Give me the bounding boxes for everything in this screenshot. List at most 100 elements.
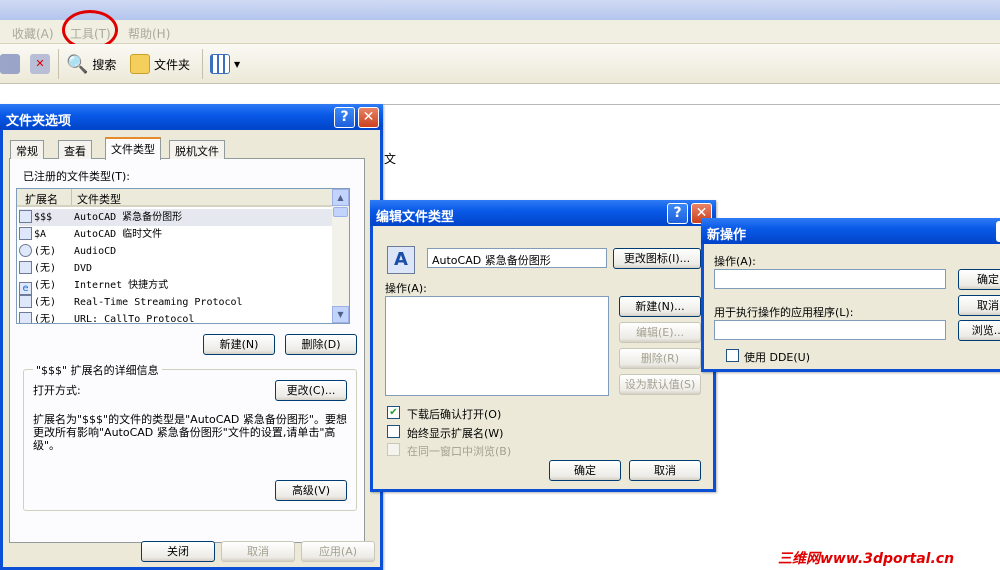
- type-name-field[interactable]: AutoCAD 紧急备份图形: [427, 248, 607, 268]
- cancel-button[interactable]: 取消: [629, 460, 701, 481]
- autocad-file-icon: A: [387, 246, 415, 274]
- copy-to-icon[interactable]: [0, 54, 20, 74]
- delete-icon[interactable]: ✕: [30, 54, 50, 74]
- row-type: AutoCAD 临时文件: [74, 229, 163, 240]
- use-dde-label: 使用 DDE(U): [744, 351, 811, 364]
- row-ext: $$$: [34, 212, 53, 223]
- tab-view[interactable]: 查看: [58, 140, 92, 159]
- change-button[interactable]: 更改(C)...: [275, 380, 347, 401]
- toolbar: ✕ 🔍 搜索 文件夹 ▼: [0, 44, 1000, 84]
- views-icon: [210, 54, 230, 74]
- folder-options-titlebar: 文件夹选项 ? ✕: [0, 104, 383, 130]
- toolbar-separator: [202, 49, 203, 79]
- edit-file-type-title: 编辑文件类型: [376, 210, 455, 225]
- folder-options-dialog: 文件夹选项 ? ✕ 常规 查看 文件类型 脱机文件 已注册的文件类型(T): 扩…: [0, 104, 383, 570]
- ok-button[interactable]: 确定: [549, 460, 621, 481]
- dvd-icon: [19, 261, 32, 274]
- tab-offline-files[interactable]: 脱机文件: [169, 140, 225, 159]
- always-show-ext-label: 始终显示扩展名(W): [407, 427, 504, 440]
- browse-same-window-checkbox[interactable]: [387, 443, 400, 456]
- views-button[interactable]: ▼: [210, 52, 240, 76]
- application-label: 用于执行操作的应用程序(L):: [714, 306, 854, 319]
- list-item[interactable]: (无) DVD: [19, 260, 333, 277]
- close-button[interactable]: ✕: [358, 107, 379, 128]
- search-icon: 🔍: [66, 53, 89, 75]
- column-extension[interactable]: 扩展名: [25, 191, 58, 207]
- search-label: 搜索: [92, 57, 117, 72]
- menu-favorites[interactable]: 收藏(A): [12, 25, 54, 42]
- row-ext: $A: [34, 229, 47, 240]
- close-dialog-button[interactable]: 关闭: [141, 541, 215, 562]
- folder-options-title: 文件夹选项: [6, 114, 72, 129]
- row-type: URL: CallTo Protocol: [74, 314, 195, 324]
- remove-action-button[interactable]: 删除(R): [619, 348, 701, 369]
- change-icon-button[interactable]: 更改图标(I)...: [613, 248, 701, 269]
- edit-action-button[interactable]: 编辑(E)...: [619, 322, 701, 343]
- application-input[interactable]: [714, 320, 946, 340]
- action-label: 操作(A):: [714, 255, 756, 268]
- scroll-down-icon[interactable]: ▼: [332, 306, 349, 323]
- autocad-file-icon: [19, 210, 32, 223]
- cd-icon: [19, 244, 32, 257]
- new-action-button[interactable]: 新建(N)...: [619, 296, 701, 317]
- set-default-button[interactable]: 设为默认值(S): [619, 374, 701, 395]
- browse-same-window-label: 在同一窗口中浏览(B): [407, 445, 512, 458]
- browse-button[interactable]: 浏览...: [958, 320, 1000, 341]
- column-file-type[interactable]: 文件类型: [77, 191, 121, 207]
- content-divider: [370, 104, 1000, 105]
- menu-bar: 收藏(A) 工具(T) 帮助(H): [0, 20, 1000, 44]
- background-text: 文: [384, 152, 397, 166]
- registered-types-label: 已注册的文件类型(T):: [23, 170, 131, 183]
- scroll-up-icon[interactable]: ▲: [332, 189, 349, 206]
- list-item[interactable]: $$$ AutoCAD 紧急备份图形: [19, 209, 333, 226]
- confirm-open-label: 下载后确认打开(O): [407, 408, 502, 421]
- list-header: 扩展名 文件类型: [17, 189, 333, 207]
- search-button[interactable]: 🔍 搜索: [66, 52, 116, 76]
- list-scrollbar[interactable]: ▲ ▼: [332, 189, 349, 323]
- open-with-label: 打开方式:: [33, 384, 81, 397]
- action-input[interactable]: [714, 269, 946, 289]
- use-dde-checkbox[interactable]: [726, 349, 739, 362]
- delete-type-button[interactable]: 删除(D): [285, 334, 357, 355]
- ok-button[interactable]: 确定: [958, 269, 1000, 290]
- menu-help[interactable]: 帮助(H): [128, 25, 170, 42]
- list-item[interactable]: $A AutoCAD 临时文件: [19, 226, 333, 243]
- watermark: 三维网www.3dportal.cn: [778, 551, 955, 567]
- scroll-thumb[interactable]: [333, 207, 348, 217]
- tab-general[interactable]: 常规: [10, 140, 44, 159]
- help-button[interactable]: ?: [334, 107, 355, 128]
- row-ext: (无): [34, 314, 57, 324]
- row-type: AudioCD: [74, 246, 117, 257]
- help-button[interactable]: [996, 221, 1000, 242]
- list-item[interactable]: e (无) Internet 快捷方式: [19, 277, 333, 295]
- folders-button[interactable]: 文件夹: [130, 52, 190, 76]
- row-type: Real-Time Streaming Protocol: [74, 297, 243, 308]
- edit-file-type-dialog: 编辑文件类型 ? ✕ A AutoCAD 紧急备份图形 更改图标(I)... 操…: [370, 200, 716, 492]
- cancel-button[interactable]: 取消: [221, 541, 295, 562]
- confirm-open-checkbox[interactable]: ✔: [387, 406, 400, 419]
- advanced-button[interactable]: 高级(V): [275, 480, 347, 501]
- file-types-list[interactable]: 扩展名 文件类型 $$$ AutoCAD 紧急备份图形 $A AutoCAD 临时文…: [16, 188, 350, 324]
- list-item[interactable]: (无) Real-Time Streaming Protocol: [19, 294, 333, 311]
- folder-icon: [130, 54, 150, 74]
- details-description: 扩展名为"$$$"的文件的类型是"AutoCAD 紧急备份图形"。要想更改所有影…: [33, 413, 347, 452]
- apply-button[interactable]: 应用(A): [301, 541, 375, 562]
- toolbar-separator: [58, 49, 59, 79]
- help-button[interactable]: ?: [667, 203, 688, 224]
- new-type-button[interactable]: 新建(N): [203, 334, 275, 355]
- cancel-button[interactable]: 取消: [958, 295, 1000, 316]
- always-show-ext-checkbox[interactable]: [387, 425, 400, 438]
- row-ext: (无): [34, 263, 57, 274]
- protocol-icon: [19, 312, 32, 323]
- window-titlebar: [0, 0, 1000, 20]
- list-item[interactable]: (无) AudioCD: [19, 243, 333, 260]
- protocol-icon: [19, 295, 32, 308]
- row-ext: (无): [34, 297, 57, 308]
- column-divider: [71, 189, 72, 205]
- actions-list[interactable]: [385, 296, 609, 396]
- row-type: DVD: [74, 263, 93, 274]
- row-ext: (无): [34, 246, 57, 257]
- tab-file-types[interactable]: 文件类型: [105, 137, 161, 160]
- row-ext: (无): [34, 280, 57, 291]
- list-item[interactable]: (无) URL: CallTo Protocol: [19, 311, 333, 324]
